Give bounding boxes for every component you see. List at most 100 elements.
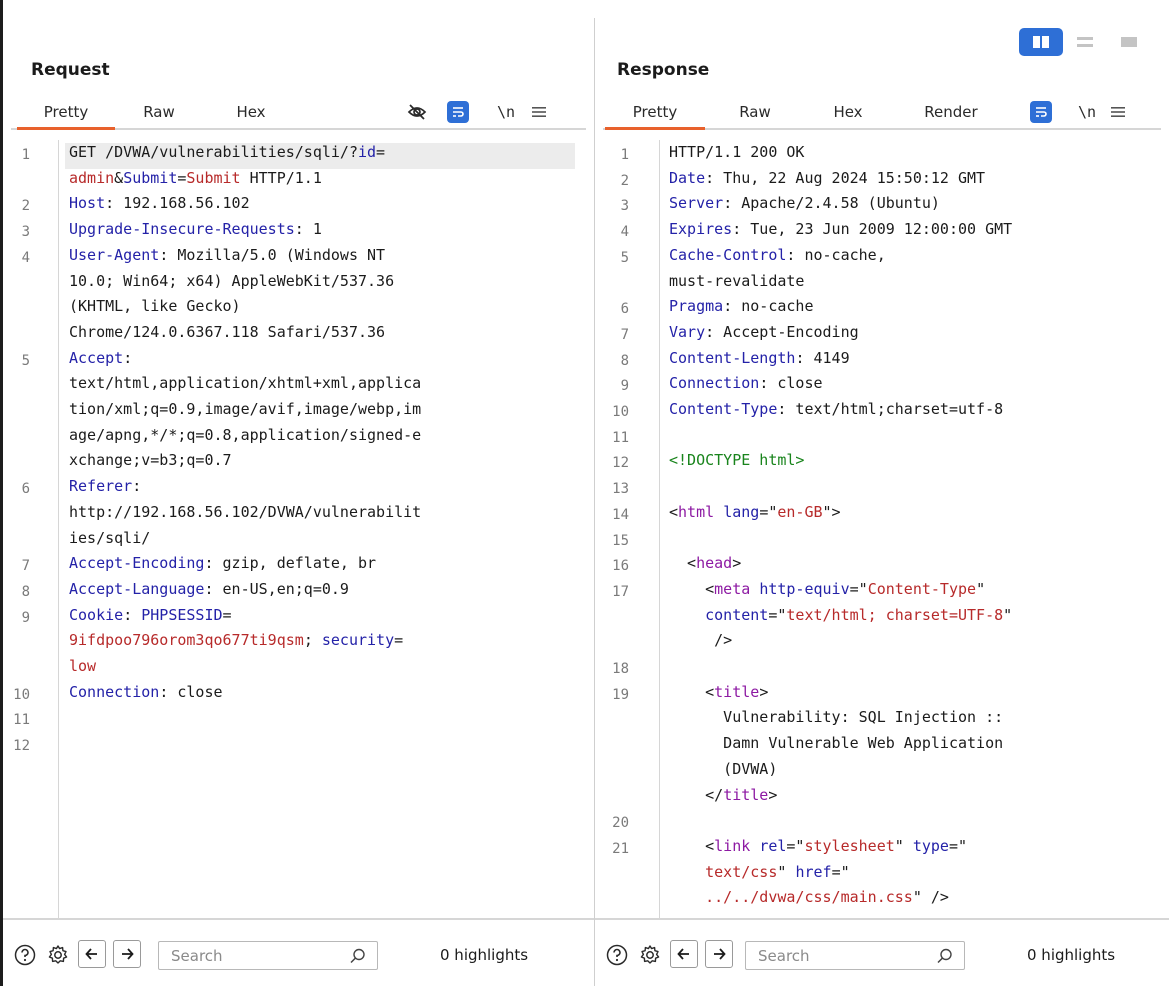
code-line: tion/xml;q=0.9,image/avif,image/webp,im (69, 400, 422, 418)
gutter-divider (58, 140, 59, 918)
line-number: 14 (612, 506, 629, 523)
request-tab-hex[interactable]: Hex (221, 94, 281, 130)
line-number: 1 (620, 147, 629, 163)
code-line: text/html,application/xhtml+xml,applica (69, 374, 422, 393)
line-number: 20 (612, 815, 629, 832)
code-line: Expires: Tue, 23 Jun 2009 12:00:00 GMT (669, 220, 1013, 239)
line-number: 4 (21, 249, 30, 266)
line-number: 2 (21, 198, 30, 215)
code-line: must-revalidate (669, 271, 805, 290)
code-line: Date: Thu, 22 Aug 2024 15:50:12 GMT (669, 168, 986, 187)
arrow-right-icon (714, 948, 726, 960)
line-number: 16 (612, 558, 629, 575)
code-line: <link rel="stylesheet" type=" (669, 836, 968, 855)
line-number: 5 (620, 249, 629, 266)
response-title: Response (617, 60, 710, 80)
line-number: 7 (21, 558, 30, 575)
line-number: 3 (21, 224, 30, 241)
code-line: <meta http-equiv="Content-Type" (669, 579, 986, 598)
newline-toggle[interactable]: \n (1076, 100, 1098, 124)
line-number: 5 (21, 352, 30, 369)
line-number: 11 (612, 429, 629, 446)
request-search-box[interactable] (158, 941, 378, 970)
code-line: age/apng,*/*;q=0.8,application/signed-e (69, 425, 422, 444)
request-title: Request (31, 60, 110, 80)
code-line: Referer: (69, 477, 142, 496)
response-tab-raw[interactable]: Raw (725, 94, 785, 130)
response-highlights-count: 0 highlights (1027, 946, 1116, 964)
code-line: Upgrade-Insecure-Requests: 1 (69, 220, 322, 239)
settings-gear-icon[interactable] (47, 944, 69, 966)
code-line: /> (669, 631, 733, 650)
code-line: Pragma: no-cache (669, 297, 814, 316)
line-number: 10 (612, 404, 629, 420)
code-line: Connection: close (669, 374, 823, 393)
line-number: 15 (612, 532, 629, 549)
code-line: Connection: close (69, 682, 223, 701)
response-tab-hex[interactable]: Hex (818, 94, 878, 130)
previous-match-button[interactable] (670, 940, 698, 968)
response-tab-pretty[interactable]: Pretty (605, 94, 705, 130)
line-number: 21 (612, 840, 629, 857)
line-number: 8 (21, 583, 30, 600)
code-line: Server: Apache/2.4.58 (Ubuntu) (669, 194, 940, 213)
line-number: 2 (620, 172, 629, 189)
code-line: <!DOCTYPE html> (669, 451, 805, 470)
request-tab-raw[interactable]: Raw (129, 94, 189, 130)
hide-nonprintable-icon[interactable] (405, 100, 429, 124)
code-line: (KHTML, like Gecko) (69, 297, 241, 316)
settings-gear-icon[interactable] (639, 944, 661, 966)
line-number: 1 (21, 147, 30, 163)
code-line: <head> (669, 554, 742, 573)
arrow-left-icon (677, 948, 689, 960)
request-tab-pretty[interactable]: Pretty (17, 94, 115, 130)
line-number: 9 (620, 378, 629, 395)
code-line: Accept-Language: en-US,en;q=0.9 (69, 579, 349, 598)
request-search-input[interactable] (171, 946, 321, 966)
menu-icon[interactable] (527, 100, 551, 124)
arrow-right-icon (122, 948, 134, 960)
arrow-left-icon (85, 948, 97, 960)
line-number: 10 (13, 686, 30, 703)
previous-match-button[interactable] (78, 940, 106, 968)
code-line: Chrome/124.0.6367.118 Safari/537.36 (69, 322, 386, 341)
code-line: text/css" href=" (705, 862, 850, 881)
line-number: 8 (620, 352, 629, 369)
request-footer: 0 highlights (3, 918, 594, 986)
code-line: Vary: Accept-Encoding (669, 322, 859, 341)
gutter-divider (659, 140, 660, 918)
code-line: Cookie: PHPSESSID= (69, 605, 232, 624)
code-line: User-Agent: Mozilla/5.0 (Windows NT (69, 245, 386, 264)
response-search-input[interactable] (758, 946, 908, 966)
code-line: Accept: (69, 348, 133, 367)
line-number: 6 (21, 481, 30, 498)
menu-icon[interactable] (1106, 100, 1130, 124)
code-line: Vulnerability: SQL Injection :: (669, 708, 1004, 727)
next-match-button[interactable] (705, 940, 733, 968)
request-editor[interactable]: 1 GET /DVWA/vulnerabilities/sqli/?id= admi… (3, 140, 594, 918)
code-line: ies/sqli/ (69, 528, 151, 547)
help-icon[interactable] (606, 944, 628, 966)
request-pane: Request Pretty Raw Hex \n 1 GET /DVWA/vul… (3, 0, 594, 986)
help-icon[interactable] (14, 944, 36, 966)
code-line: ../../dvwa/css/main.css" /> (705, 888, 949, 907)
code-line: Accept-Encoding: gzip, deflate, br (69, 554, 377, 573)
code-line: Content-Type: text/html;charset=utf-8 (669, 400, 1004, 418)
line-number: 19 (612, 686, 629, 703)
code-line: 10.0; Win64; x64) AppleWebKit/537.36 (69, 271, 395, 290)
word-wrap-icon[interactable] (1029, 100, 1053, 124)
response-editor[interactable]: 1 HTTP/1.1 200 OK 2 Date: Thu, 22 Aug 2024 … (595, 140, 1169, 918)
code-line: http://192.168.56.102/DVWA/vulnerabilit (69, 502, 422, 521)
newline-toggle[interactable]: \n (495, 100, 517, 124)
line-number: 13 (612, 481, 629, 498)
word-wrap-icon[interactable] (446, 100, 470, 124)
next-match-button[interactable] (113, 940, 141, 968)
response-search-box[interactable] (745, 941, 965, 970)
code-line: Cache-Control: no-cache, (669, 245, 886, 264)
request-highlights-count: 0 highlights (440, 946, 529, 964)
code-line: Host: 192.168.56.102 (69, 194, 250, 213)
search-icon (350, 948, 365, 964)
response-tab-render[interactable]: Render (911, 94, 991, 130)
response-footer: 0 highlights (595, 918, 1169, 986)
code-line: content="text/html; charset=UTF-8" (705, 605, 1013, 624)
